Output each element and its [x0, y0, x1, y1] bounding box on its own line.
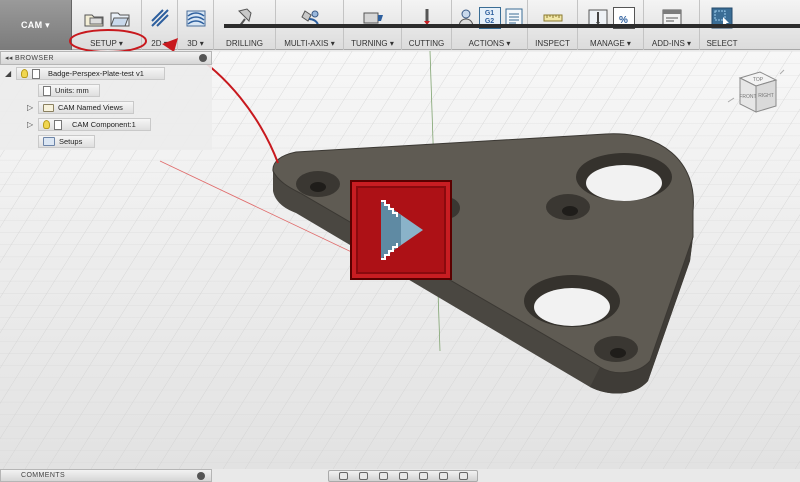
component-bulb-icon[interactable]	[43, 120, 50, 129]
large-hole-top	[576, 153, 672, 201]
drilling-label: DRILLING	[226, 38, 263, 48]
cube-top-text: TOP	[753, 77, 764, 83]
root-label: Badge-Perspex-Plate-test v1	[48, 69, 144, 78]
play-triangle-icon	[381, 200, 423, 260]
template-library-icon[interactable]: %	[223, 7, 800, 29]
browser-header[interactable]: ◂◂ BROWSER	[0, 51, 212, 65]
manage-label: MANAGE ▾	[590, 38, 631, 48]
counterbore-hole-left	[296, 171, 340, 197]
tree-item-setups[interactable]: Setups	[0, 133, 212, 150]
visibility-bulb-icon[interactable]	[21, 69, 28, 78]
add-ins-label: ADD-INS ▾	[651, 38, 692, 48]
named-views-label: CAM Named Views	[58, 103, 123, 112]
g1-text: G1	[484, 10, 495, 17]
cube-right-text: RIGHT	[758, 93, 774, 99]
inspect-label: INSPECT	[535, 38, 570, 48]
toolbar-group-manage[interactable]: % MANAGE ▾	[223, 0, 800, 50]
tree-item-named-views[interactable]: ▷ CAM Named Views	[0, 99, 212, 116]
select-label: SELECT	[706, 38, 738, 48]
setups-icon	[43, 137, 55, 146]
comments-title: COMMENTS	[21, 472, 66, 479]
collapse-icon[interactable]: ◂◂	[5, 54, 15, 62]
tree-root[interactable]: ◢ Badge-Perspex-Plate-test v1	[0, 65, 212, 82]
comments-panel[interactable]: COMMENTS	[0, 469, 212, 482]
large-hole-bottom	[524, 275, 620, 327]
component-icon	[54, 119, 62, 130]
tree-item-units[interactable]: Units: mm	[0, 82, 212, 99]
expand-root-icon[interactable]: ◢	[5, 69, 11, 78]
browser-title: BROWSER	[15, 54, 54, 62]
tree-item-cam-component[interactable]: ▷ CAM Component:1	[0, 116, 212, 133]
counterbore-hole-mid	[546, 194, 590, 220]
folder-icon	[43, 103, 54, 112]
pan-hand-icon[interactable]	[378, 472, 388, 480]
fit-icon[interactable]	[418, 472, 428, 480]
document-icon	[32, 68, 40, 79]
cutting-label: CUTTING	[408, 38, 445, 48]
actions-label: ACTIONS ▾	[468, 38, 511, 48]
turning-label: TURNING ▾	[351, 38, 394, 48]
multi-axis-label: MULTI-AXIS ▾	[284, 38, 335, 48]
units-label: Units: mm	[55, 86, 89, 95]
expand-named-views-icon[interactable]: ▷	[27, 103, 33, 112]
view-cube[interactable]: TOP FRONT RIGHT	[720, 68, 790, 124]
cam-component-label: CAM Component:1	[72, 120, 136, 129]
zoom-icon[interactable]	[398, 472, 408, 480]
counterbore-hole-bottom	[594, 336, 638, 362]
comments-add-icon[interactable]	[197, 471, 205, 480]
cube-front-text: FRONT	[739, 94, 756, 100]
browser-panel: ◂◂ BROWSER ◢ Badge-Perspex-Plate-test v1…	[0, 51, 212, 150]
expand-component-icon[interactable]: ▷	[27, 120, 33, 129]
setups-label: Setups	[59, 137, 83, 146]
look-at-icon[interactable]	[358, 472, 368, 480]
units-doc-icon	[43, 85, 51, 96]
grid-settings-icon[interactable]	[458, 472, 468, 480]
navigation-bar	[328, 470, 478, 482]
video-play-button[interactable]	[350, 180, 452, 280]
3d-label: 3D ▾	[187, 38, 204, 48]
display-settings-icon[interactable]	[438, 472, 448, 480]
orbit-icon[interactable]	[338, 472, 348, 480]
3d-toolpath-icon[interactable]	[185, 7, 207, 29]
pin-icon[interactable]	[199, 54, 207, 62]
workspace-label: CAM ▾	[20, 19, 50, 30]
